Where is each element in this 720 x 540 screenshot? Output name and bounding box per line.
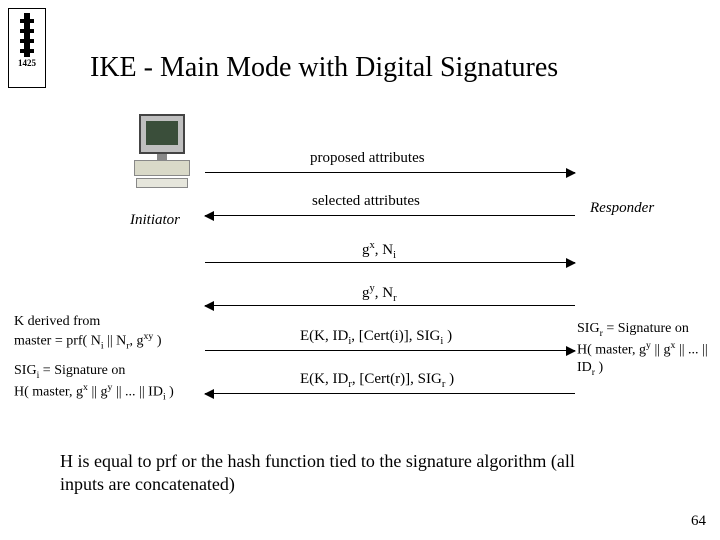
arrow-right-icon [205,172,575,173]
slide: 1425 IKE - Main Mode with Digital Signat… [0,0,720,540]
arrow-right-icon [205,262,575,263]
computer-icon [132,114,192,184]
responder-label: Responder [590,200,654,217]
institution-logo: 1425 [8,8,46,88]
footer-note: H is equal to prf or the hash function t… [60,450,620,495]
logo-year: 1425 [18,59,36,68]
msg5-label: E(K, IDi, [Cert(i)], SIGi ) [300,328,452,347]
note-sig-r: SIGr = Signature onH( master, gy || gx |… [577,320,720,379]
slide-title: IKE - Main Mode with Digital Signatures [90,52,558,84]
initiator-label: Initiator [130,212,180,229]
msg4-label: gy, Nr [362,283,397,304]
msg6-label: E(K, IDr, [Cert(r)], SIGr ) [300,371,454,390]
arrow-left-icon [205,393,575,394]
arrow-left-icon [205,215,575,216]
arrow-left-icon [205,305,575,306]
msg3-label: gx, Ni [362,240,396,261]
msg2-label: selected attributes [312,193,420,210]
note-k-derivation: K derived frommaster = prf( Ni || Nr, gx… [14,313,162,352]
arrow-right-icon [205,350,575,351]
page-number: 64 [691,513,706,530]
note-sig-i: SIGi = Signature onH( master, gx || gy |… [14,362,174,404]
logo-tower-icon [20,13,34,57]
msg1-label: proposed attributes [310,150,425,167]
